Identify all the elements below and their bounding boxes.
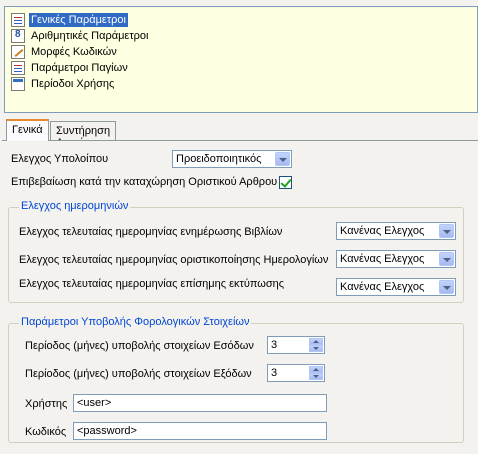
spin-up-icon[interactable] xyxy=(309,366,323,373)
date-check-value: Κανένας Ελεγχος xyxy=(340,225,425,237)
journals-finalize-date-select[interactable]: Κανένας Ελεγχος xyxy=(336,250,456,268)
numeric-icon xyxy=(11,28,25,43)
date-checks-group: Ελεγχος ημερομηνιών Ελεγχος τελευταίας η… xyxy=(8,200,464,303)
chevron-down-icon[interactable] xyxy=(439,224,454,238)
tree-item-label: Γενικές Παράμετροι xyxy=(29,12,128,27)
tree-item-numeric-parameters[interactable]: Αριθμητικές Παράμετροι xyxy=(11,28,151,43)
spin-down-icon[interactable] xyxy=(309,345,323,352)
income-period-label: Περίοδος (μήνες) υποβολής στοιχείων Εσόδ… xyxy=(25,340,254,352)
tax-submission-group: Παράμετροι Υποβολής Φορολογικών Στοιχείω… xyxy=(8,316,464,443)
tab-file-maintenance[interactable]: Συντήρηση Αρχείων xyxy=(50,121,117,149)
chevron-down-icon[interactable] xyxy=(439,280,454,294)
date-checks-title: Ελεγχος ημερομηνιών xyxy=(19,200,131,212)
chevron-down-icon[interactable] xyxy=(275,152,290,166)
tree-item-general-parameters[interactable]: Γενικές Παράμετροι xyxy=(11,12,128,27)
tree-item-label: Παράμετροι Παγίων xyxy=(31,61,128,74)
user-field[interactable]: <user> xyxy=(73,394,327,412)
tree-item-fixed-assets-parameters[interactable]: Παράμετροι Παγίων xyxy=(11,60,130,75)
balance-check-value: Προειδοποιητικός xyxy=(176,153,262,165)
date-check-label: Ελεγχος τελευταίας ημερομηνίας επίσημης … xyxy=(19,278,285,290)
tree-item-code-formats[interactable]: Μορφές Κωδικών xyxy=(11,44,119,59)
chevron-down-icon[interactable] xyxy=(439,252,454,266)
date-check-value: Κανένας Ελεγχος xyxy=(340,281,425,293)
official-print-date-select[interactable]: Κανένας Ελεγχος xyxy=(336,278,456,296)
date-check-label: Ελεγχος τελευταίας ημερομηνίας οριστικοπ… xyxy=(19,254,329,266)
edit-icon xyxy=(11,44,25,59)
tree-item-label: Περίοδοι Χρήσης xyxy=(31,77,115,90)
tree-item-label: Μορφές Κωδικών xyxy=(31,45,117,58)
date-check-value: Κανένας Ελεγχος xyxy=(340,253,425,265)
tab-general[interactable]: Γενικά xyxy=(6,119,49,141)
tree-item-usage-periods[interactable]: Περίοδοι Χρήσης xyxy=(11,76,116,91)
parameters-tree[interactable]: Γενικές Παράμετροι Αριθμητικές Παράμετρο… xyxy=(4,6,478,113)
user-value: <user> xyxy=(77,397,112,409)
expense-period-label: Περίοδος (μήνες) υποβολής στοιχείων Εξόδ… xyxy=(25,368,252,380)
income-period-stepper[interactable]: 3 xyxy=(267,336,325,354)
confirm-label: Επιβεβαίωση κατά την καταχώρηση Οριστικο… xyxy=(11,176,278,188)
spin-up-icon[interactable] xyxy=(309,338,323,345)
books-update-date-select[interactable]: Κανένας Ελεγχος xyxy=(336,222,456,240)
balance-check-label: Ελεγχος Υπολοίπου xyxy=(11,153,109,165)
tab-label: Γενικά xyxy=(12,124,43,136)
calendar-icon xyxy=(11,76,25,91)
password-field[interactable]: <password> xyxy=(73,422,327,440)
tab-panel-general: Ελεγχος Υπολοίπου Προειδοποιητικός Επιβε… xyxy=(2,140,478,454)
spin-down-icon[interactable] xyxy=(309,373,323,380)
confirm-checkbox[interactable] xyxy=(279,176,292,189)
balance-check-select[interactable]: Προειδοποιητικός xyxy=(172,150,292,168)
password-value: <password> xyxy=(77,425,137,437)
code-label: Κωδικός xyxy=(25,426,67,438)
tax-submission-title: Παράμετροι Υποβολής Φορολογικών Στοιχείω… xyxy=(19,316,252,328)
user-label: Χρήστης xyxy=(25,398,68,410)
tree-item-label: Αριθμητικές Παράμετροι xyxy=(31,29,149,42)
expense-period-value: 3 xyxy=(271,367,278,379)
date-check-label: Ελεγχος τελευταίας ημερομηνίας ενημέρωση… xyxy=(19,226,283,238)
document-icon xyxy=(11,60,25,75)
document-icon xyxy=(11,12,25,27)
expense-period-stepper[interactable]: 3 xyxy=(267,364,325,382)
income-period-value: 3 xyxy=(271,339,278,351)
